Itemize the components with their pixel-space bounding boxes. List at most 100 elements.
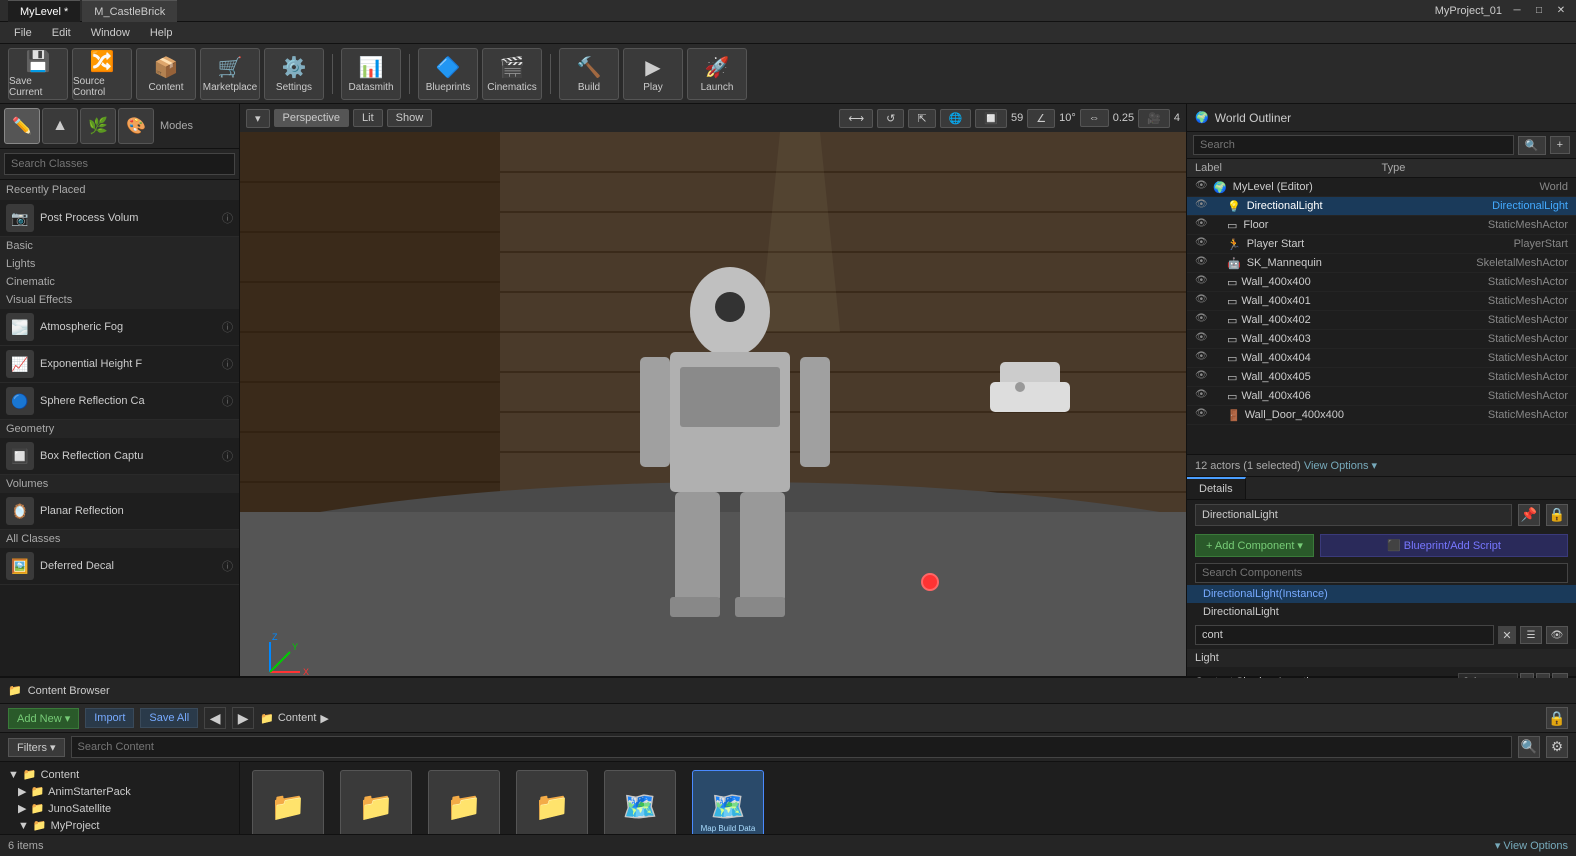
outliner-add-button[interactable]: + — [1550, 136, 1570, 154]
menu-file[interactable]: File — [4, 22, 42, 44]
list-item[interactable]: 🔲 Box Reflection Captu ⓘ — [0, 438, 239, 475]
viewport-3d[interactable]: Z X Y — [240, 132, 1186, 676]
perspective-button[interactable]: Perspective — [274, 109, 349, 127]
outliner-search-input[interactable] — [1193, 135, 1514, 155]
world-button[interactable]: 🌐 — [940, 109, 972, 128]
snap-button[interactable]: 🔲 — [975, 109, 1007, 128]
angle-snap-button[interactable]: ∠ — [1027, 109, 1055, 128]
close-button[interactable]: ✕ — [1554, 4, 1568, 18]
folder-content[interactable]: ▼ 📁 Content — [4, 766, 235, 783]
details-tabs: Details — [1187, 477, 1576, 500]
add-component-button[interactable]: + Add Component ▾ — [1195, 534, 1314, 557]
menu-help[interactable]: Help — [140, 22, 183, 44]
folder-animstarter[interactable]: ▶ 📁 AnimStarterPack — [4, 783, 235, 800]
outliner-search-button[interactable]: 🔍 — [1518, 136, 1546, 155]
settings-button[interactable]: ⚙️ Settings — [264, 48, 324, 100]
blueprint-script-button[interactable]: ⬛ Blueprint/Add Script — [1320, 534, 1568, 557]
content-search-input[interactable] — [71, 736, 1512, 758]
outliner-item-directional[interactable]: 👁 💡 DirectionalLight DirectionalLight — [1187, 197, 1576, 216]
outliner-item-wall7[interactable]: 👁 ▭ Wall_400x406 StaticMeshActor — [1187, 387, 1576, 406]
outliner-item-floor[interactable]: 👁 ▭ Floor StaticMeshActor — [1187, 216, 1576, 235]
list-item[interactable]: 🌫️ Atmospheric Fog ⓘ — [0, 309, 239, 346]
landscape-mode-button[interactable]: 🌿 — [80, 108, 116, 144]
outliner-item-wall3[interactable]: 👁 ▭ Wall_400x402 StaticMeshActor — [1187, 311, 1576, 330]
viewport-options-button[interactable]: ▾ — [246, 109, 270, 128]
content-search-button[interactable]: 🔍 — [1518, 736, 1540, 758]
detail-lock-button[interactable]: 🔒 — [1546, 504, 1568, 526]
file-item-untitled[interactable]: 🗺️ Untitled — [600, 770, 680, 834]
menu-edit[interactable]: Edit — [42, 22, 81, 44]
rotate-button[interactable]: ↺ — [877, 109, 904, 128]
component-item-directional[interactable]: DirectionalLight — [1187, 603, 1576, 621]
outliner-item-wall1[interactable]: 👁 ▭ Wall_400x400 StaticMeshActor — [1187, 273, 1576, 292]
content-settings-button[interactable]: ⚙ — [1546, 736, 1568, 758]
component-item-directional-instance[interactable]: DirectionalLight(Instance) — [1187, 585, 1576, 603]
scale-snap-button[interactable]: ⇔ — [1080, 109, 1109, 127]
file-item-juno[interactable]: 📁 JunoSatellite — [336, 770, 416, 834]
filter-clear-button[interactable]: ✕ — [1498, 626, 1516, 644]
file-item-animstarter[interactable]: 📁 AnimStarter Pack — [248, 770, 328, 834]
list-item[interactable]: 📈 Exponential Height F ⓘ — [0, 346, 239, 383]
viewport[interactable]: ▾ Perspective Lit Show ⟷ ↺ ⇱ 🌐 🔲 59 ∠ 10… — [240, 104, 1186, 676]
camera-speed-button[interactable]: 🎥 — [1138, 109, 1170, 128]
outliner-item-wall4[interactable]: 👁 ▭ Wall_400x403 StaticMeshActor — [1187, 330, 1576, 349]
translate-button[interactable]: ⟷ — [839, 109, 873, 128]
save-all-button[interactable]: Save All — [140, 708, 198, 728]
lit-button[interactable]: Lit — [353, 109, 383, 127]
file-item-myproject[interactable]: 📁 MyProject — [424, 770, 504, 834]
import-button[interactable]: Import — [85, 708, 134, 728]
item-type-wall1: StaticMeshActor — [1488, 276, 1568, 288]
foliage-mode-button[interactable]: 🎨 — [118, 108, 154, 144]
detail-pin-button[interactable]: 📌 — [1518, 504, 1540, 526]
back-button[interactable]: ◀ — [204, 707, 226, 729]
outliner-item-wall2[interactable]: 👁 ▭ Wall_400x401 StaticMeshActor — [1187, 292, 1576, 311]
minimize-button[interactable]: ─ — [1510, 4, 1524, 18]
outliner-item-wall6[interactable]: 👁 ▭ Wall_400x405 StaticMeshActor — [1187, 368, 1576, 387]
show-button[interactable]: Show — [387, 109, 433, 127]
folder-juno[interactable]: ▶ 📁 JunoSatellite — [4, 800, 235, 817]
marketplace-button[interactable]: 🛒 Marketplace — [200, 48, 260, 100]
cinematics-button[interactable]: 🎬 Cinematics — [482, 48, 542, 100]
outliner-item-wall5[interactable]: 👁 ▭ Wall_400x404 StaticMeshActor — [1187, 349, 1576, 368]
datasmith-button[interactable]: 📊 Datasmith — [341, 48, 401, 100]
tab-mylevel[interactable]: MyLevel * — [8, 0, 80, 22]
outliner-view-options-button[interactable]: View Options ▾ — [1304, 460, 1377, 472]
maximize-button[interactable]: □ — [1532, 4, 1546, 18]
menu-window[interactable]: Window — [81, 22, 140, 44]
outliner-item-playerstart[interactable]: 👁 🏃 Player Start PlayerStart — [1187, 235, 1576, 254]
post-process-label: Post Process Volum — [40, 212, 138, 224]
lock-content-button[interactable]: 🔒 — [1546, 707, 1568, 729]
add-new-button[interactable]: Add New ▾ — [8, 708, 79, 729]
search-components-input[interactable] — [1195, 563, 1568, 583]
launch-button[interactable]: 🚀 Launch — [687, 48, 747, 100]
blueprints-button[interactable]: 🔷 Blueprints — [418, 48, 478, 100]
file-item-startercontent[interactable]: 📁 StarterContent — [512, 770, 592, 834]
file-item-map-build[interactable]: 🗺️ Map Build Data Registry Untitled_Buil… — [688, 770, 768, 834]
search-classes-input[interactable] — [4, 153, 235, 175]
folder-myproject[interactable]: ▼ 📁 MyProject — [4, 817, 235, 834]
tab-castlebrick[interactable]: M_CastleBrick — [82, 0, 177, 22]
content-view-options-button[interactable]: ▾ View Options — [1495, 839, 1568, 852]
play-button[interactable]: ▶ Play — [623, 48, 683, 100]
scale-button[interactable]: ⇱ — [908, 109, 935, 128]
list-item[interactable]: 🖼️ Deferred Decal ⓘ — [0, 548, 239, 585]
place-mode-button[interactable]: ✏️ — [4, 108, 40, 144]
filter-input[interactable] — [1195, 625, 1494, 645]
filter-eye-button[interactable]: 👁 — [1546, 626, 1568, 644]
paint-mode-button[interactable]: ▲ — [42, 108, 78, 144]
list-item[interactable]: 🪞 Planar Reflection — [0, 493, 239, 530]
content-button[interactable]: 📦 Content — [136, 48, 196, 100]
details-tab[interactable]: Details — [1187, 477, 1246, 499]
save-current-button[interactable]: 💾 Save Current — [8, 48, 68, 100]
list-item[interactable]: 🔵 Sphere Reflection Ca ⓘ — [0, 383, 239, 420]
build-button[interactable]: 🔨 Build — [559, 48, 619, 100]
outliner-item-mylevel[interactable]: 👁 🌍 MyLevel (Editor) World — [1187, 178, 1576, 197]
filters-button[interactable]: Filters ▾ — [8, 738, 65, 757]
selected-actor-name-input[interactable] — [1195, 504, 1512, 526]
list-item[interactable]: 📷 Post Process Volum ⓘ — [0, 200, 239, 237]
outliner-item-walldoor[interactable]: 👁 🚪 Wall_Door_400x400 StaticMeshActor — [1187, 406, 1576, 425]
outliner-item-mannequin[interactable]: 👁 🤖 SK_Mannequin SkeletalMeshActor — [1187, 254, 1576, 273]
source-control-button[interactable]: 🔀 Source Control — [72, 48, 132, 100]
filter-list-button[interactable]: ☰ — [1520, 626, 1542, 644]
forward-button[interactable]: ▶ — [232, 707, 254, 729]
